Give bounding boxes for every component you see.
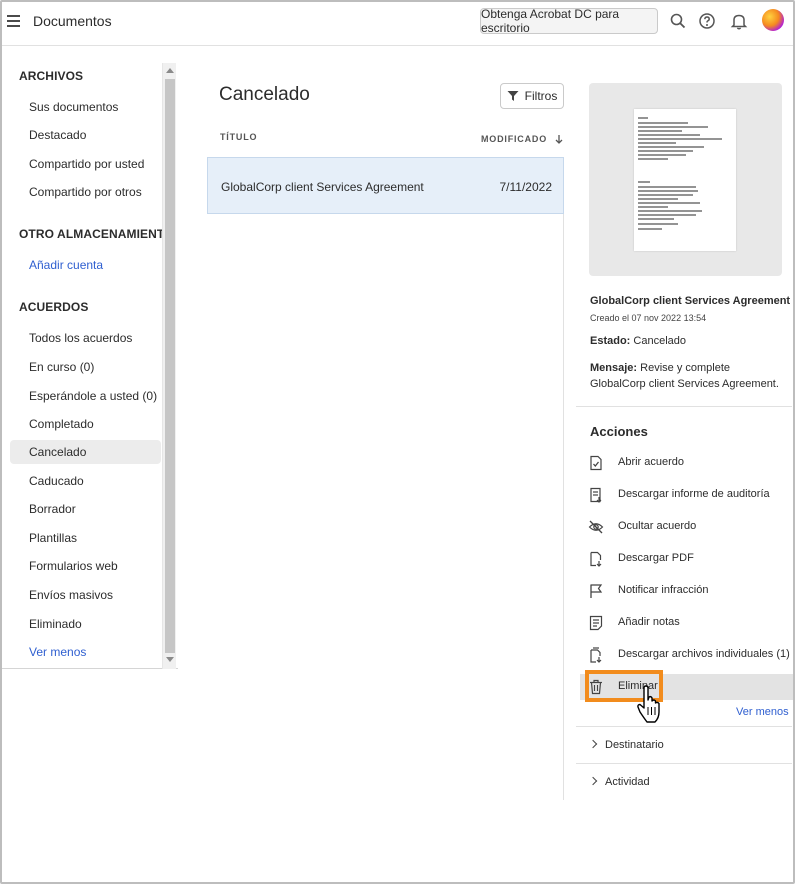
bell-icon[interactable] xyxy=(730,12,748,30)
action-download-individual-files[interactable]: Descargar archivos individuales (1) xyxy=(580,642,793,668)
action-hide-agreement[interactable]: Ocultar acuerdo xyxy=(580,514,793,540)
sidebar-item-in-progress[interactable]: En curso (0) xyxy=(10,355,161,379)
sidebar-scrollbar[interactable] xyxy=(162,63,176,669)
sidebar-item-draft[interactable]: Borrador xyxy=(10,497,161,521)
status-label: Estado: xyxy=(590,335,631,347)
action-download-pdf[interactable]: Descargar PDF xyxy=(580,546,793,572)
sidebar: ARCHIVOS Sus documentos Destacado Compar… xyxy=(2,63,178,669)
avatar[interactable] xyxy=(762,9,784,31)
action-label: Abrir acuerdo xyxy=(618,456,685,468)
scroll-thumb[interactable] xyxy=(165,79,175,653)
sidebar-item-waiting-for-you[interactable]: Esperándole a usted (0) xyxy=(10,384,161,408)
scroll-up-arrow[interactable] xyxy=(166,68,174,73)
search-icon[interactable] xyxy=(669,12,687,30)
activity-accordion[interactable]: Actividad xyxy=(588,776,650,788)
divider xyxy=(576,406,792,407)
action-label: Descargar informe de auditoría xyxy=(618,488,770,500)
sidebar-item-web-forms[interactable]: Formularios web xyxy=(10,554,161,578)
divider xyxy=(576,763,792,764)
sidebar-item-starred[interactable]: Destacado xyxy=(10,123,161,147)
action-download-audit-report[interactable]: Descargar informe de auditoría xyxy=(580,482,793,508)
message-label: Mensaje: xyxy=(590,362,638,374)
panel-divider xyxy=(563,214,564,800)
detail-status: Estado: Cancelado xyxy=(590,335,686,347)
sidebar-section-files: ARCHIVOS xyxy=(19,69,84,83)
sidebar-item-completed[interactable]: Completado xyxy=(10,412,161,436)
sidebar-item-deleted[interactable]: Eliminado xyxy=(10,612,161,636)
activity-label: Actividad xyxy=(605,776,650,788)
action-label: Añadir notas xyxy=(618,616,680,628)
sidebar-item-shared-by-you[interactable]: Compartido por usted xyxy=(10,152,161,176)
sidebar-section-storage: OTRO ALMACENAMIENTO xyxy=(19,227,174,241)
filter-icon xyxy=(507,91,519,101)
app-window: Documentos Obtenga Acrobat DC para escri… xyxy=(0,0,795,884)
action-report-abuse[interactable]: Notificar infracción xyxy=(580,578,793,604)
sidebar-section-agreements: ACUERDOS xyxy=(19,300,89,314)
action-add-notes[interactable]: Añadir notas xyxy=(580,610,793,636)
filters-label: Filtros xyxy=(524,89,558,103)
download-files-icon xyxy=(590,647,602,663)
actions-see-less-link[interactable]: Ver menos xyxy=(736,706,789,718)
filters-button[interactable]: Filtros xyxy=(500,83,564,109)
status-value: Cancelado xyxy=(633,335,686,347)
help-icon[interactable] xyxy=(698,12,716,30)
open-agreement-icon xyxy=(590,455,602,471)
scroll-down-arrow[interactable] xyxy=(166,657,174,662)
column-modified-label: MODIFICADO xyxy=(481,134,547,144)
sidebar-item-shared-by-others[interactable]: Compartido por otros xyxy=(10,180,161,204)
sidebar-item-your-documents[interactable]: Sus documentos xyxy=(10,95,161,119)
get-acrobat-button[interactable]: Obtenga Acrobat DC para escritorio xyxy=(480,7,658,35)
hide-eye-icon xyxy=(588,520,604,534)
sort-down-icon xyxy=(555,135,563,144)
flag-icon xyxy=(590,584,603,598)
row-date: 7/11/2022 xyxy=(499,180,553,194)
sidebar-item-cancelled[interactable]: Cancelado xyxy=(10,440,161,464)
top-bar: Documentos Obtenga Acrobat DC para escri… xyxy=(2,2,793,46)
recipient-accordion[interactable]: Destinatario xyxy=(588,739,664,751)
document-thumbnail xyxy=(634,109,736,251)
sidebar-item-templates[interactable]: Plantillas xyxy=(10,526,161,550)
notes-icon xyxy=(589,615,603,631)
recipient-label: Destinatario xyxy=(605,739,664,751)
see-less-link[interactable]: Ver menos xyxy=(10,640,161,664)
sidebar-item-all-agreements[interactable]: Todos los acuerdos xyxy=(10,326,161,350)
page-title: Documentos xyxy=(33,13,112,29)
detail-created-date: Creado el 07 nov 2022 13:54 xyxy=(590,313,707,323)
actions-title: Acciones xyxy=(590,424,648,439)
audit-report-icon xyxy=(590,487,602,503)
sidebar-item-mass-sends[interactable]: Envíos masivos xyxy=(10,583,161,607)
row-title: GlobalCorp client Services Agreement xyxy=(221,180,424,194)
action-open-agreement[interactable]: Abrir acuerdo xyxy=(580,450,793,476)
action-label: Descargar PDF xyxy=(618,552,694,564)
detail-document-name: GlobalCorp client Services Agreement xyxy=(590,295,791,307)
list-title: Cancelado xyxy=(219,84,310,105)
chevron-right-icon xyxy=(588,776,598,786)
sidebar-item-expired[interactable]: Caducado xyxy=(10,469,161,493)
table-row[interactable]: GlobalCorp client Services Agreement 7/1… xyxy=(207,157,564,214)
add-account-link[interactable]: Añadir cuenta xyxy=(10,253,161,277)
column-header-modified[interactable]: MODIFICADO xyxy=(481,132,564,144)
action-label: Descargar archivos individuales (1) xyxy=(618,648,790,660)
detail-message: Mensaje: Revise y complete GlobalCorp cl… xyxy=(590,360,782,392)
hamburger-icon[interactable] xyxy=(7,15,20,27)
hand-cursor-icon xyxy=(637,685,660,723)
divider xyxy=(576,726,792,727)
column-header-title[interactable]: TÍTULO xyxy=(220,132,257,142)
chevron-right-icon xyxy=(588,739,598,749)
action-label: Ocultar acuerdo xyxy=(618,520,697,532)
action-label: Notificar infracción xyxy=(618,584,709,596)
download-pdf-icon xyxy=(590,551,602,567)
document-preview[interactable] xyxy=(589,83,782,276)
